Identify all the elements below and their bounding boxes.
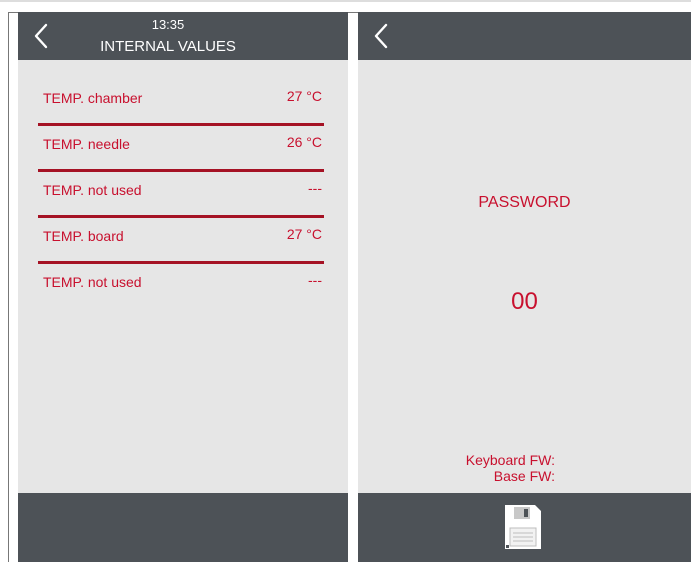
page-top-border	[0, 0, 691, 2]
back-button[interactable]	[368, 20, 398, 52]
row-divider	[38, 215, 324, 218]
list-item: TEMP. needle 26 °C	[38, 128, 324, 174]
row-divider	[38, 261, 324, 264]
list-item: TEMP. board 27 °C	[38, 220, 324, 266]
row-label: TEMP. needle	[43, 136, 130, 152]
row-value: ---	[308, 180, 322, 196]
firmware-info: Keyboard FW: Base FW:	[466, 452, 555, 484]
base-fw-label: Base FW:	[493, 468, 555, 484]
internal-values-screen: 13:35 INTERNAL VALUES TEMP. chamber 27 °…	[18, 12, 348, 562]
list-item: TEMP. not used ---	[38, 174, 324, 220]
password-value[interactable]: 00	[358, 288, 691, 316]
row-value: ---	[308, 272, 322, 288]
figure-frame-left	[8, 12, 9, 562]
list-item: TEMP. not used ---	[38, 266, 324, 312]
page-title: INTERNAL VALUES	[100, 38, 236, 55]
keyboard-fw-label: Keyboard FW:	[465, 452, 555, 468]
row-divider	[38, 169, 324, 172]
floppy-disk-icon	[505, 505, 541, 549]
row-value: 27 °C	[286, 226, 322, 242]
list-item: TEMP. chamber 27 °C	[38, 82, 324, 128]
chevron-left-icon	[374, 23, 388, 49]
row-label: TEMP. chamber	[43, 90, 143, 106]
values-list: TEMP. chamber 27 °C TEMP. needle 26 °C T…	[38, 82, 324, 312]
row-value: 26 °C	[286, 134, 322, 150]
header-bar: 13:35 INTERNAL VALUES	[18, 12, 348, 60]
password-screen: PASSWORD 00 Keyboard FW: Base FW:	[358, 12, 691, 562]
row-label: TEMP. board	[43, 228, 124, 244]
header-bar	[358, 12, 691, 60]
password-label: PASSWORD	[478, 194, 571, 211]
footer-bar	[18, 493, 348, 562]
row-value: 27 °C	[286, 88, 322, 104]
footer-bar	[358, 493, 691, 562]
row-divider	[38, 123, 324, 126]
row-label: TEMP. not used	[43, 182, 142, 198]
row-label: TEMP. not used	[43, 274, 142, 290]
save-button[interactable]	[503, 503, 543, 551]
clock-time: 13:35	[151, 17, 185, 32]
